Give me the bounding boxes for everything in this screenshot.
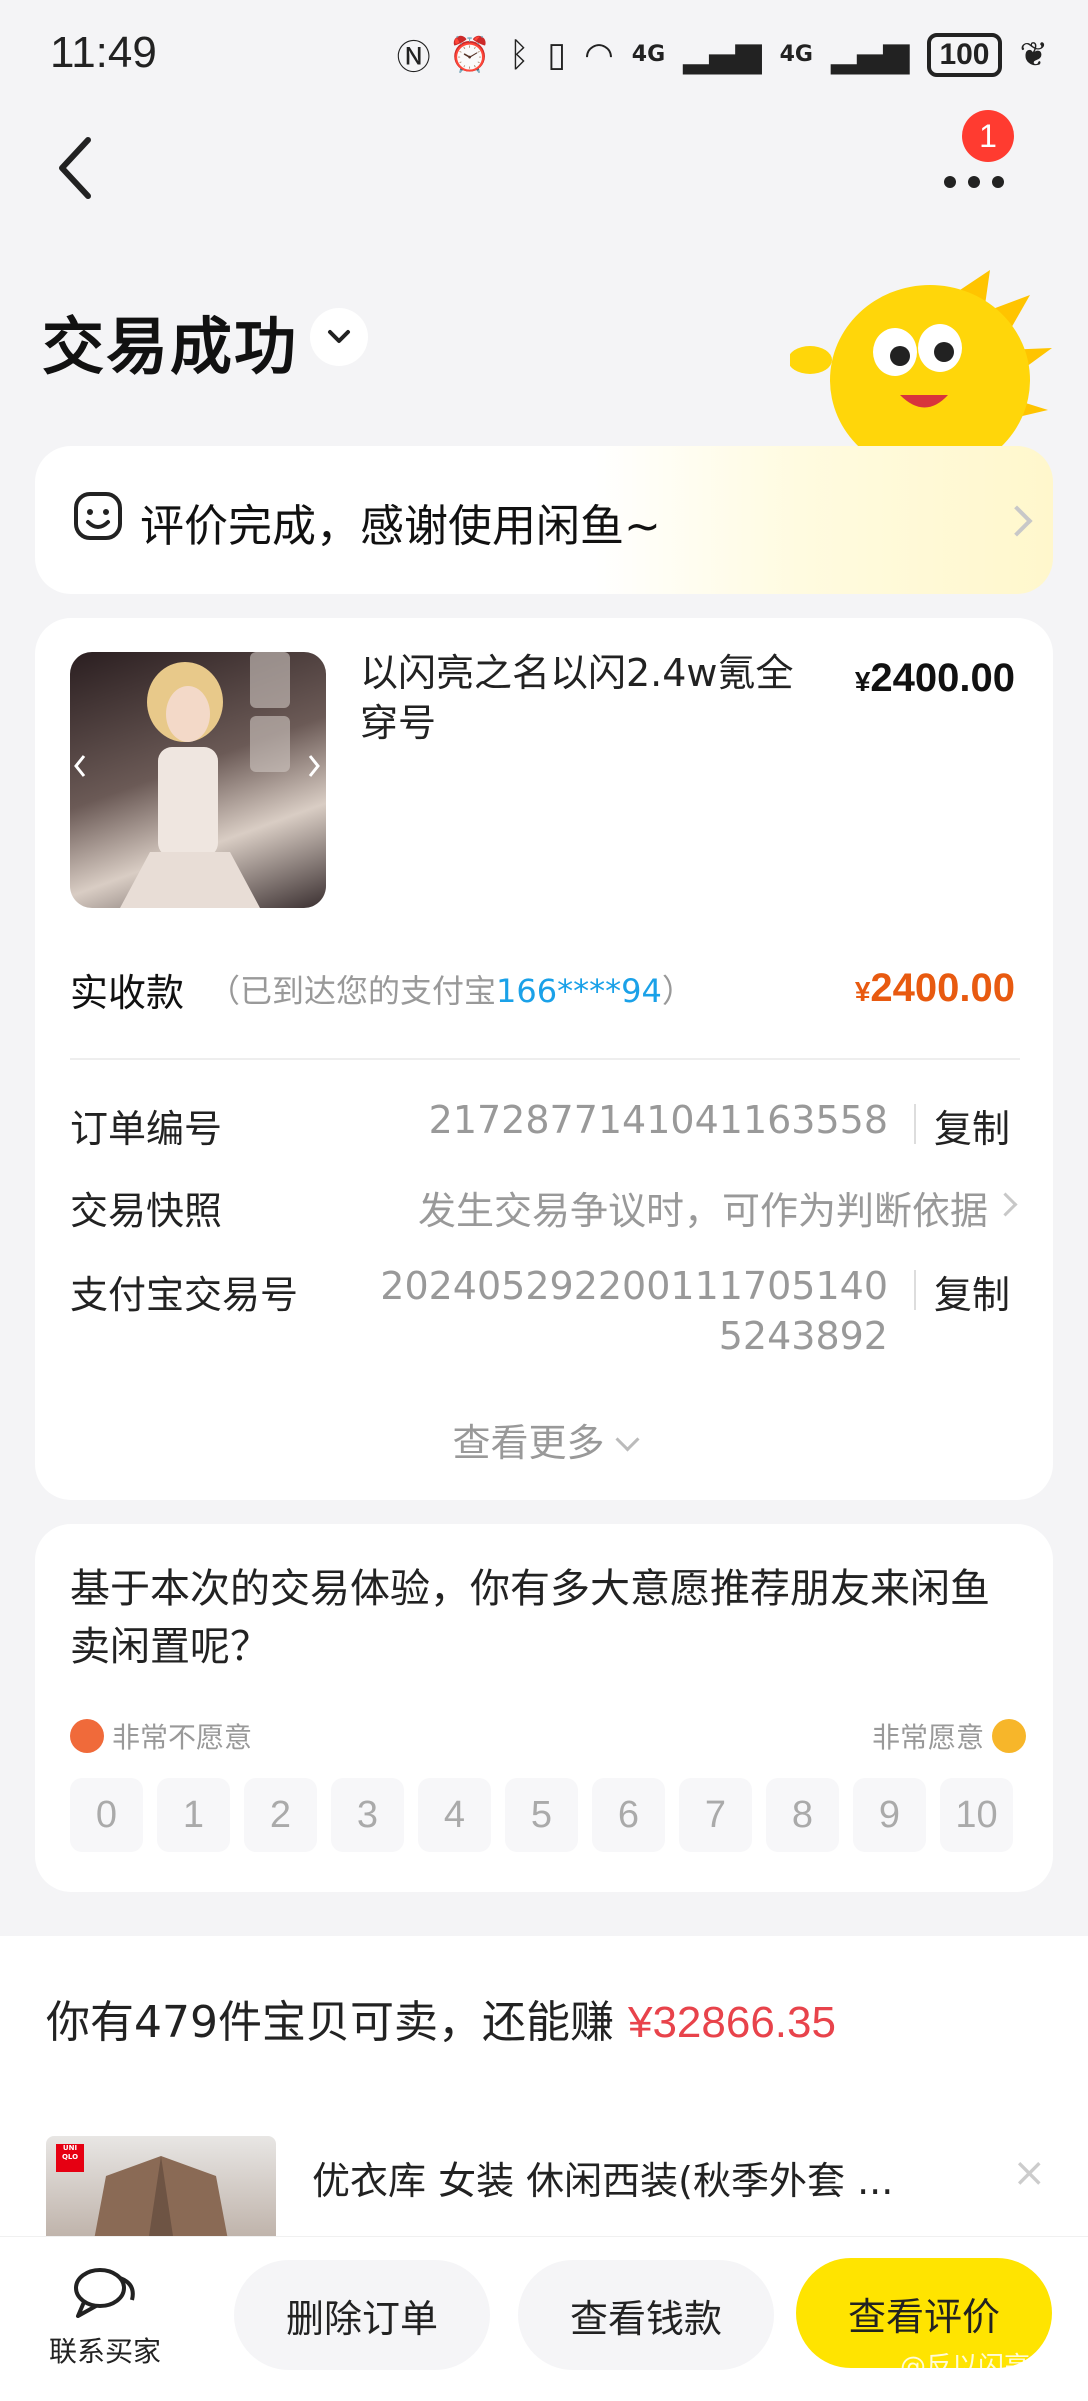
page-title: 交易成功 [42,310,299,383]
rating-option-3[interactable]: 3 [331,1778,404,1852]
see-more-button[interactable]: 查看更多 [0,1412,1088,1467]
delete-order-button[interactable]: 删除订单 [234,2260,490,2370]
chevron-left-icon [59,137,91,199]
rating-option-4[interactable]: 4 [418,1778,491,1852]
happy-face-icon [992,1719,1026,1753]
survey-low-label: 非常不愿意 [70,1716,252,1756]
signal-bars-icon: ▂▄▆ [683,34,762,75]
signal-4g-icon-2: 4G [779,42,813,67]
alipay-trade-line1: 20240529220011170514​0 [380,1264,888,1308]
mascot-illustration [788,270,1060,475]
rating-scale: 0 1 2 3 4 5 6 7 8 9 10 [70,1778,1013,1852]
watermark: @反以闪亮之名 [899,2352,1082,2382]
contact-buyer-label: 联系买家 [48,2335,161,2368]
view-money-button[interactable]: 查看钱款 [518,2260,774,2370]
smile-face-icon [72,490,124,542]
chat-bubble-icon [74,2268,135,2318]
contact-buyer-button[interactable]: 联系买家 [40,2264,170,2370]
survey-high-label: 非常愿意 [872,1716,1026,1756]
received-note: （已到达您的支付宝166****94） [208,972,694,1010]
rating-option-1[interactable]: 1 [157,1778,230,1852]
rating-option-10[interactable]: 10 [940,1778,1013,1852]
battery-icon: 100 [927,32,1002,77]
sell-amount: ¥32866.35 [627,1998,836,2047]
chevron-down-icon [328,330,350,343]
alarm-icon: ⏰ [448,34,491,75]
back-button[interactable] [48,128,108,208]
more-dots-icon [944,176,1004,188]
chevron-down-icon [614,1427,640,1452]
received-amount: ¥2400.00 [854,966,1015,1010]
divider [70,1058,1020,1060]
rating-option-0[interactable]: 0 [70,1778,143,1852]
sell-prompt: 你有479件宝贝可卖，还能赚 ¥32866.35 [46,1997,836,2048]
rating-option-2[interactable]: 2 [244,1778,317,1852]
close-icon[interactable]: × [1012,2150,1046,2196]
signal-bars-icon-2: ▂▄▆ [830,34,910,75]
snapshot-link[interactable]: 发生交易争议时，可作为判断依据 [418,1180,988,1235]
separator [914,1270,916,1310]
leaf-icon: ❦ [1019,34,1049,75]
product-price: ¥2400.00 [854,656,1015,700]
order-number-value: 2172877141041163558 [428,1098,888,1142]
nfc-icon: Ⓝ [396,38,431,78]
status-time: 11:49 [50,28,157,77]
notification-badge: 1 [962,110,1014,162]
survey-question: 基于本次的交易体验，你有多大意愿推荐朋友来闲鱼卖闲置呢？ [70,1566,990,1670]
signal-4g-icon: 4G [631,42,666,67]
wifi-icon: ◠ [584,34,614,75]
snapshot-label: 交易快照 [70,1189,223,1233]
alipay-trade-line2: 5243892 [718,1314,888,1358]
rating-option-8[interactable]: 8 [766,1778,839,1852]
angry-face-icon [70,1719,104,1753]
rating-option-7[interactable]: 7 [679,1778,752,1852]
rating-option-5[interactable]: 5 [505,1778,578,1852]
more-button[interactable]: 1 [940,110,1030,198]
product-title[interactable]: 以闪亮之名以闪2.4w氪全穿号 [360,648,800,748]
alipay-trade-label: 支付宝交易号 [70,1273,299,1317]
product-image[interactable] [70,652,326,908]
received-label: 实收款 [70,971,185,1015]
rating-option-9[interactable]: 9 [853,1778,926,1852]
rating-option-6[interactable]: 6 [592,1778,665,1852]
copy-alipay-number-button[interactable]: 复制 [934,1264,1010,1319]
vibrate-icon: ▯ [547,34,567,75]
review-banner-text: 评价完成，感谢使用闲鱼~ [140,501,661,552]
chevron-right-icon [993,1192,1018,1217]
separator [914,1104,916,1144]
alipay-account: 166****94 [496,972,662,1010]
expand-status-button[interactable] [310,308,368,366]
chevron-right-icon [1001,505,1033,537]
recommend-item-title[interactable]: 优衣库 女装 休闲西装(秋季外套 ... [312,2150,893,2205]
status-icons: Ⓝ ⏰ ᛒ ▯ ◠ 4G ▂▄▆ 4G ▂▄▆ 100 ❦ [397,30,1048,79]
copy-order-number-button[interactable]: 复制 [934,1098,1010,1153]
order-number-label: 订单编号 [70,1107,223,1151]
bluetooth-icon: ᛒ [508,34,530,75]
